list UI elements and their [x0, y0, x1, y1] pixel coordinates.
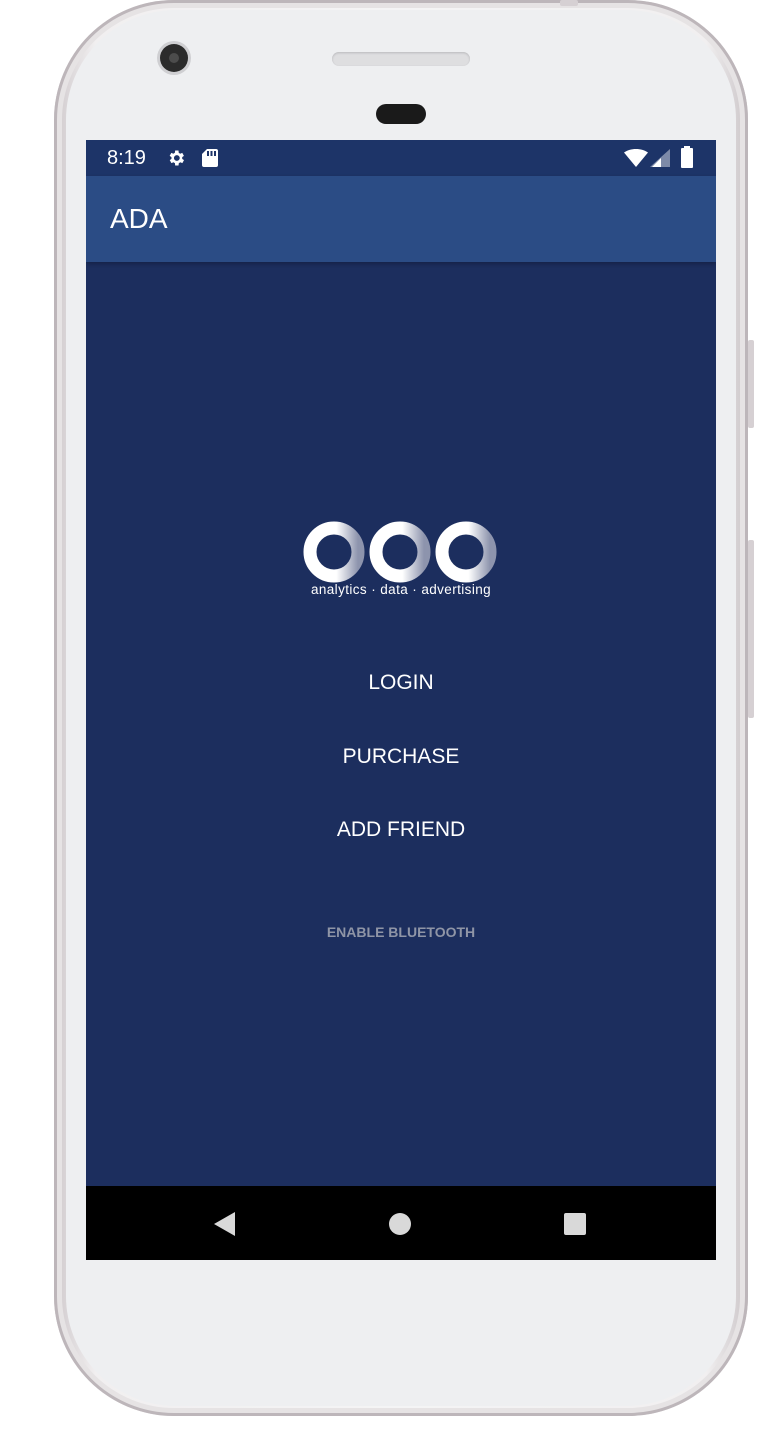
cell-signal-icon: [650, 149, 670, 172]
purchase-button[interactable]: PURCHASE: [301, 737, 501, 777]
wifi-icon: [624, 149, 648, 172]
add-friend-button[interactable]: ADD FRIEND: [301, 810, 501, 850]
app-title: ADA: [110, 203, 168, 234]
volume-button: [748, 540, 754, 718]
gear-icon: [166, 148, 186, 173]
status-time: 8:19: [107, 147, 146, 169]
app-bar: ADA: [86, 176, 716, 262]
earpiece-speaker: [332, 52, 470, 66]
sd-card-icon: [201, 148, 219, 173]
recents-icon[interactable]: [555, 1204, 595, 1244]
logo-tagline: analytics · data · advertising: [310, 582, 492, 597]
navigation-bar: [86, 1186, 716, 1260]
battery-icon: [680, 146, 694, 173]
back-icon[interactable]: [206, 1204, 246, 1244]
main-content: analytics · data · advertising LOGIN PUR…: [86, 262, 716, 1186]
home-icon[interactable]: [380, 1204, 420, 1244]
ada-logo: [303, 477, 497, 583]
login-button[interactable]: LOGIN: [301, 663, 501, 703]
enable-bluetooth-button[interactable]: ENABLE BLUETOOTH: [286, 912, 516, 952]
top-button: [560, 0, 578, 6]
device-screen: 8:19 ADA analytics · data · advertising …: [86, 140, 716, 1260]
status-bar: 8:19: [86, 140, 716, 176]
proximity-sensor: [376, 104, 426, 124]
front-camera: [160, 44, 188, 72]
power-button: [748, 340, 754, 428]
